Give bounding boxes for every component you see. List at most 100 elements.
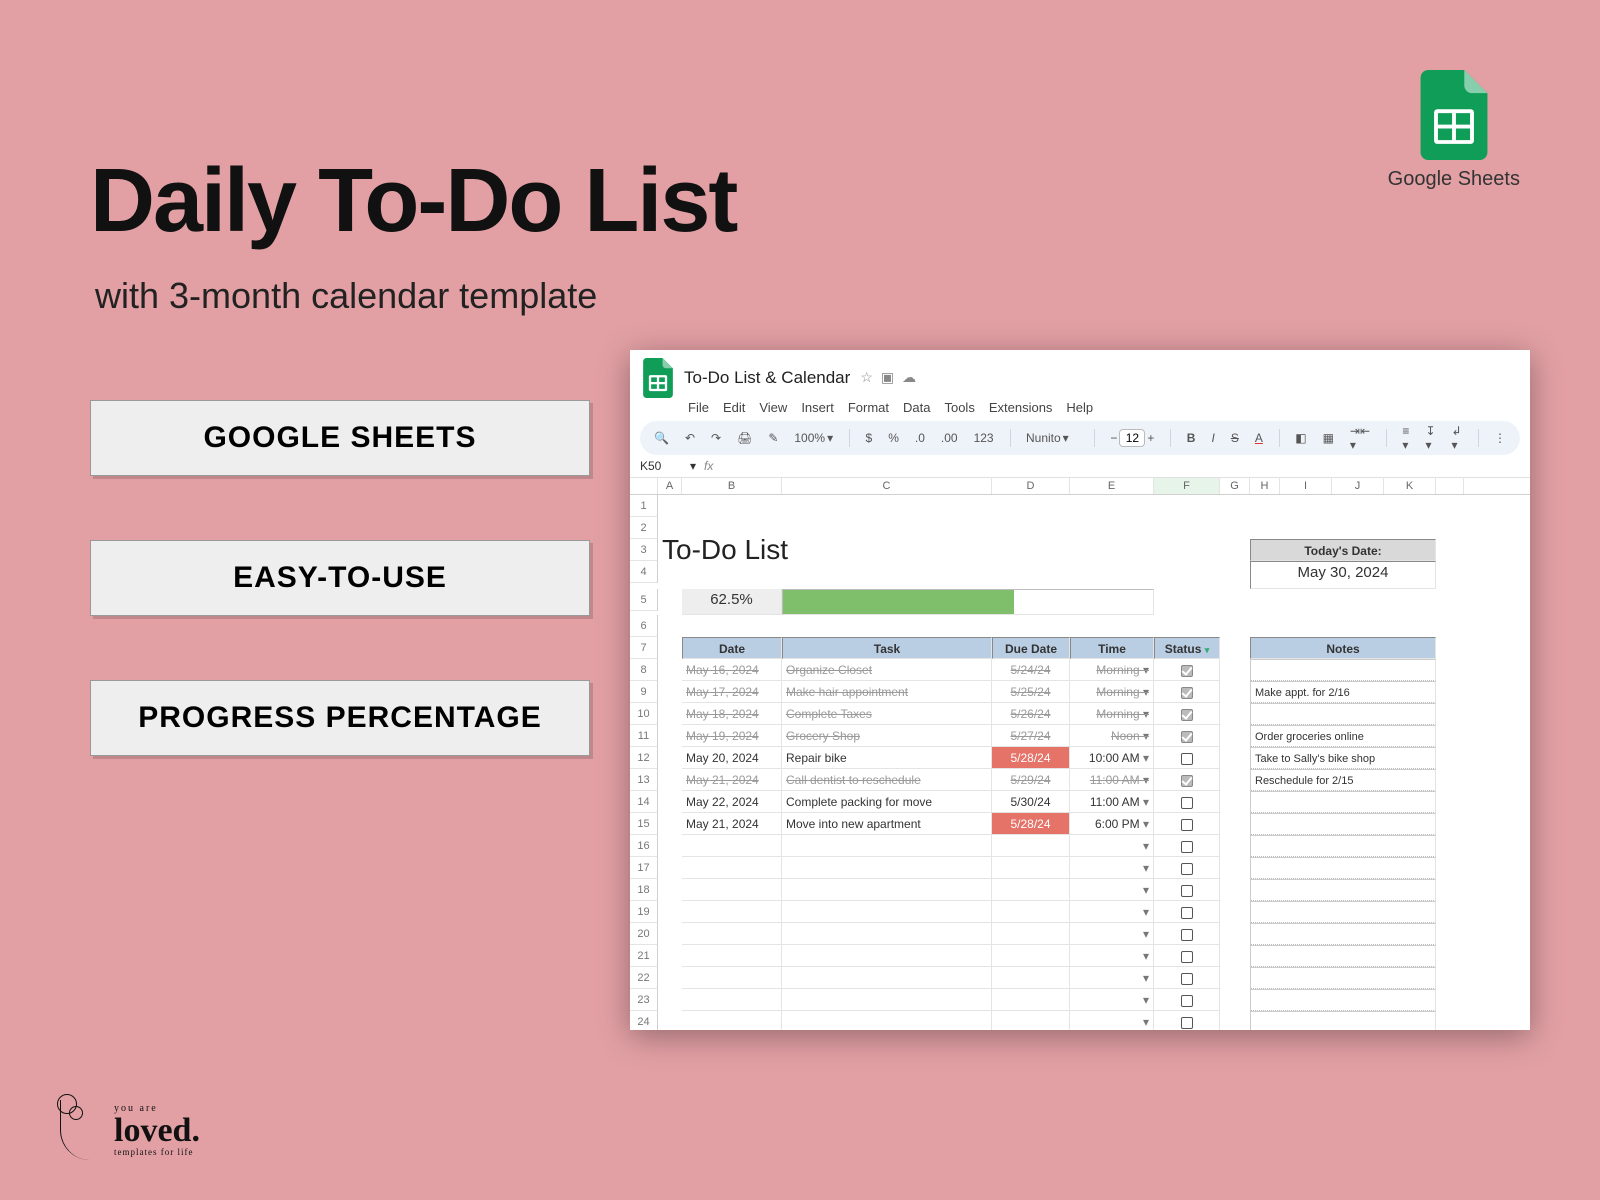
select-all-corner[interactable] <box>630 478 658 494</box>
cell-due[interactable] <box>992 945 1070 967</box>
cell-time[interactable]: ▾ <box>1070 879 1154 901</box>
row-number[interactable]: 1 <box>630 495 658 517</box>
valign-icon[interactable]: ↧ ▾ <box>1421 422 1439 454</box>
cell-status[interactable] <box>1154 747 1220 769</box>
menu-format[interactable]: Format <box>848 400 889 415</box>
cell-time[interactable]: Morning ▾ <box>1070 703 1154 725</box>
percent-icon[interactable]: % <box>884 429 903 447</box>
cell-status[interactable] <box>1154 791 1220 813</box>
cell-date[interactable] <box>682 879 782 901</box>
row-number[interactable]: 13 <box>630 769 658 791</box>
cell-status[interactable] <box>1154 923 1220 945</box>
wrap-icon[interactable]: ↲ ▾ <box>1448 422 1466 454</box>
redo-icon[interactable]: ↷ <box>707 429 725 447</box>
cell-time[interactable]: 10:00 AM ▾ <box>1070 747 1154 769</box>
cell-time[interactable]: 11:00 AM ▾ <box>1070 769 1154 791</box>
row-number[interactable]: 12 <box>630 747 658 769</box>
cell-date[interactable]: May 16, 2024 <box>682 659 782 681</box>
doc-title[interactable]: To-Do List & Calendar <box>684 367 850 388</box>
col-B[interactable]: B <box>682 478 782 494</box>
cell-task[interactable]: Organize Closet <box>782 659 992 681</box>
cell-note[interactable] <box>1250 1011 1436 1030</box>
print-icon[interactable]: 🖨 <box>733 429 756 447</box>
cell-note[interactable]: Order groceries online <box>1250 725 1436 747</box>
cell-task[interactable]: Make hair appointment <box>782 681 992 703</box>
cell-due[interactable] <box>992 1011 1070 1030</box>
row-number[interactable]: 19 <box>630 901 658 923</box>
row-number[interactable]: 3 <box>630 539 658 561</box>
cell-date[interactable]: May 18, 2024 <box>682 703 782 725</box>
cell-due[interactable] <box>992 857 1070 879</box>
menu-extensions[interactable]: Extensions <box>989 400 1053 415</box>
cell-time[interactable]: ▾ <box>1070 901 1154 923</box>
cell-due[interactable] <box>992 835 1070 857</box>
cell-note[interactable] <box>1250 857 1436 879</box>
col-F[interactable]: F <box>1154 478 1220 494</box>
cell-task[interactable]: Move into new apartment <box>782 813 992 835</box>
cell-task[interactable]: Complete Taxes <box>782 703 992 725</box>
cell-date[interactable] <box>682 835 782 857</box>
cell-note[interactable] <box>1250 835 1436 857</box>
menu-data[interactable]: Data <box>903 400 930 415</box>
cell-due[interactable] <box>992 879 1070 901</box>
cell-note[interactable]: Take to Sally's bike shop <box>1250 747 1436 769</box>
menu-file[interactable]: File <box>688 400 709 415</box>
borders-icon[interactable]: ▦ <box>1319 429 1338 447</box>
cell-date[interactable] <box>682 923 782 945</box>
col-D[interactable]: D <box>992 478 1070 494</box>
row-number[interactable]: 11 <box>630 725 658 747</box>
cell-task[interactable] <box>782 923 992 945</box>
cell-time[interactable]: Noon ▾ <box>1070 725 1154 747</box>
text-color-icon[interactable]: A <box>1251 429 1267 447</box>
col-K[interactable]: K <box>1384 478 1436 494</box>
cell-date[interactable]: May 21, 2024 <box>682 769 782 791</box>
col-A[interactable]: A <box>658 478 682 494</box>
row-number[interactable]: 7 <box>630 637 658 659</box>
cell-time[interactable]: ▾ <box>1070 923 1154 945</box>
row-number[interactable]: 2 <box>630 517 658 539</box>
cell-note[interactable] <box>1250 879 1436 901</box>
cell-task[interactable]: Complete packing for move <box>782 791 992 813</box>
cell-note[interactable] <box>1250 791 1436 813</box>
cell-due[interactable]: 5/27/24 <box>992 725 1070 747</box>
cell-date[interactable] <box>682 989 782 1011</box>
cell-due[interactable]: 5/26/24 <box>992 703 1070 725</box>
cloud-icon[interactable]: ☁ <box>902 369 916 387</box>
cell-time[interactable]: 6:00 PM ▾ <box>1070 813 1154 835</box>
cellref-dropdown-icon[interactable]: ▾ <box>690 459 696 473</box>
row-number[interactable]: 21 <box>630 945 658 967</box>
row-number[interactable]: 20 <box>630 923 658 945</box>
cell-due[interactable]: 5/29/24 <box>992 769 1070 791</box>
menu-insert[interactable]: Insert <box>801 400 834 415</box>
cell-due[interactable] <box>992 967 1070 989</box>
cell-task[interactable]: Repair bike <box>782 747 992 769</box>
col-E[interactable]: E <box>1070 478 1154 494</box>
bold-icon[interactable]: B <box>1183 429 1200 447</box>
cell-task[interactable] <box>782 857 992 879</box>
cell-date[interactable]: May 22, 2024 <box>682 791 782 813</box>
row-number[interactable]: 17 <box>630 857 658 879</box>
row-number[interactable]: 10 <box>630 703 658 725</box>
cell-date[interactable] <box>682 1011 782 1030</box>
cell-task[interactable] <box>782 1011 992 1030</box>
row-number[interactable]: 18 <box>630 879 658 901</box>
col-C[interactable]: C <box>782 478 992 494</box>
more-icon[interactable]: ⋮ <box>1490 429 1510 447</box>
cell-status[interactable] <box>1154 857 1220 879</box>
cell-note[interactable] <box>1250 967 1436 989</box>
cell-note[interactable] <box>1250 813 1436 835</box>
undo-icon[interactable]: ↶ <box>681 429 699 447</box>
cell-task[interactable] <box>782 945 992 967</box>
row-number[interactable]: 8 <box>630 659 658 681</box>
dec-decrease-icon[interactable]: .0 <box>911 429 929 447</box>
row-number[interactable]: 4 <box>630 561 658 583</box>
cell-task[interactable] <box>782 879 992 901</box>
cell-due[interactable]: 5/24/24 <box>992 659 1070 681</box>
cell-due[interactable]: 5/28/24 <box>992 747 1070 769</box>
paint-format-icon[interactable]: ✎ <box>764 429 782 447</box>
cell-status[interactable] <box>1154 659 1220 681</box>
cell-note[interactable] <box>1250 703 1436 725</box>
cell-task[interactable] <box>782 835 992 857</box>
col-I[interactable]: I <box>1280 478 1332 494</box>
cell-status[interactable] <box>1154 1011 1220 1030</box>
